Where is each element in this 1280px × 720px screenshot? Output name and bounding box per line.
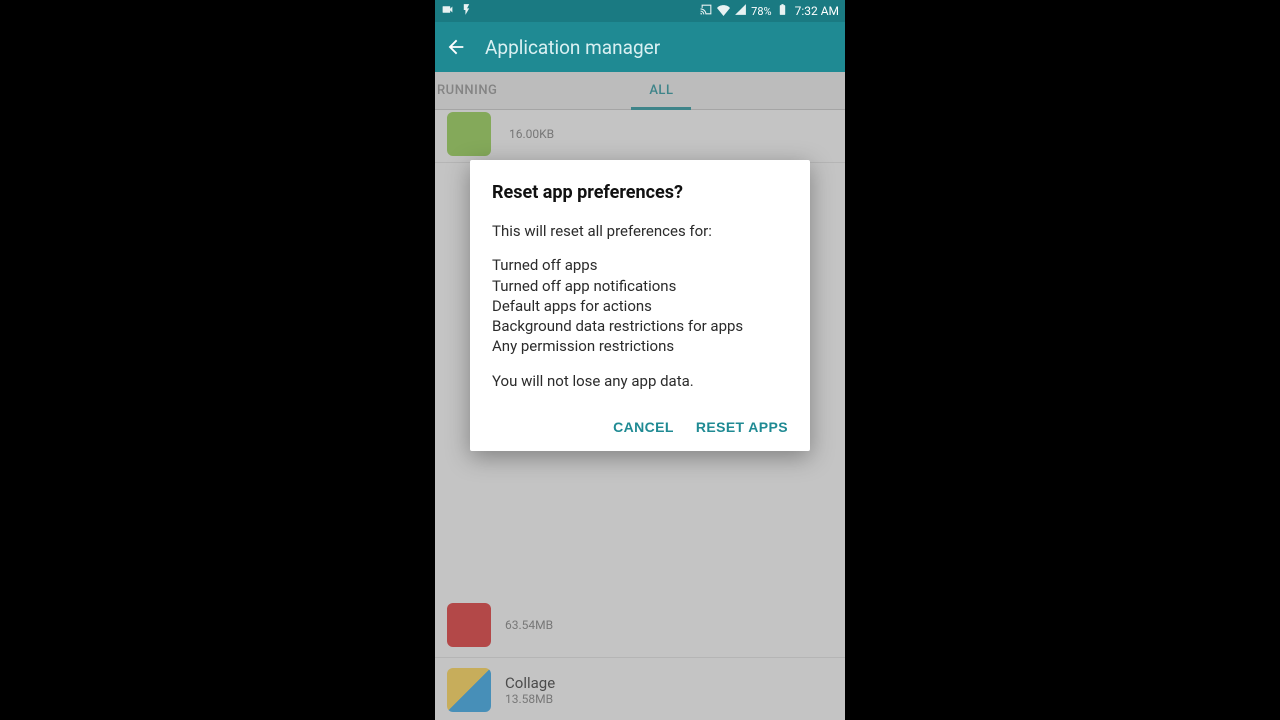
reset-apps-button[interactable]: RESET APPS (696, 419, 788, 435)
video-icon (441, 3, 454, 19)
app-bar: Application manager (435, 22, 845, 72)
dialog-list: Turned off apps Turned off app notificat… (492, 255, 788, 356)
signal-icon (734, 3, 747, 19)
list-item[interactable]: Collage 13.58MB (435, 658, 845, 720)
app-icon (447, 603, 491, 647)
app-size: 13.58MB (505, 692, 555, 706)
dialog-footer: You will not lose any app data. (492, 371, 788, 391)
cancel-button[interactable]: CANCEL (613, 419, 674, 435)
wifi-icon (717, 3, 730, 19)
dialog-body: This will reset all preferences for: Tur… (492, 221, 788, 391)
dialog-list-item: Any permission restrictions (492, 336, 788, 356)
app-icon (447, 668, 491, 712)
bolt-icon (460, 3, 473, 19)
tab-all[interactable]: ALL (559, 72, 763, 109)
status-bar: 78% 7:32 AM (435, 0, 845, 22)
dialog-actions: CANCEL RESET APPS (492, 413, 788, 441)
cast-icon (700, 3, 713, 19)
android-icon (447, 112, 491, 156)
tab-spacer (763, 72, 845, 109)
tab-running[interactable]: RUNNING (435, 72, 559, 109)
dialog-title: Reset app preferences? (492, 182, 788, 203)
list-item[interactable]: 63.54MB (435, 593, 845, 658)
tabs: RUNNING ALL (435, 72, 845, 110)
reset-dialog: Reset app preferences? This will reset a… (470, 160, 810, 451)
clock-text: 7:32 AM (795, 4, 839, 18)
dialog-intro: This will reset all preferences for: (492, 221, 788, 241)
app-size: 63.54MB (505, 618, 553, 632)
app-size: 16.00KB (509, 127, 554, 141)
list-item[interactable]: 16.00KB (435, 110, 845, 163)
dialog-list-item: Default apps for actions (492, 296, 788, 316)
dialog-list-item: Background data restrictions for apps (492, 316, 788, 336)
dialog-list-item: Turned off apps (492, 255, 788, 275)
back-button[interactable] (445, 36, 467, 58)
dialog-list-item: Turned off app notifications (492, 276, 788, 296)
app-name: Collage (505, 674, 555, 692)
battery-icon (776, 3, 789, 19)
page-title: Application manager (485, 36, 660, 59)
battery-percent: 78% (751, 5, 771, 18)
